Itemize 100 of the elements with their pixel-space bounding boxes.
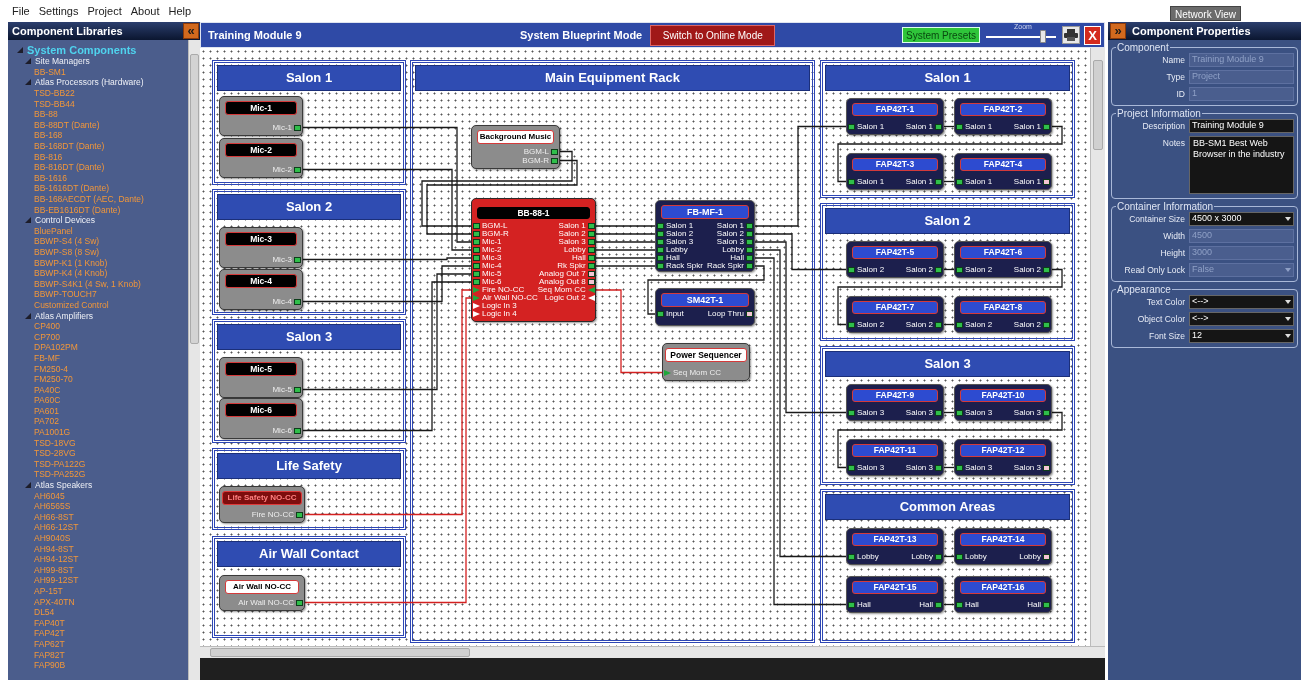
tree-item[interactable]: AP-15T — [34, 586, 63, 596]
tree-item[interactable]: AH9040S — [34, 533, 71, 543]
tree-item[interactable]: TSD-PA122G — [34, 458, 86, 469]
tree-item[interactable]: TSD-PA252G — [34, 469, 86, 480]
tree-item[interactable]: BB-168 — [34, 130, 63, 141]
tree-item[interactable]: BBWP-K4 (4 Knob) — [34, 268, 108, 279]
menu-item[interactable]: Help — [168, 2, 192, 20]
port-label: Lobby — [666, 246, 688, 254]
tree-item[interactable]: AH99-8ST — [34, 564, 74, 575]
tree-item[interactable]: PA702 — [34, 416, 59, 427]
tree-item[interactable]: FAP42T — [34, 628, 65, 639]
tree-item[interactable]: AH66-12ST — [34, 522, 79, 533]
tree-item[interactable]: System Components — [27, 44, 137, 56]
tree-item[interactable]: FM250-70 — [34, 374, 73, 385]
port-label: Logic Out 2 — [544, 294, 586, 302]
presets-button[interactable]: System Presets — [901, 27, 980, 43]
port-label: Salon 2 — [857, 265, 885, 274]
mode-label: System Blueprint Mode — [520, 27, 643, 43]
tree-item[interactable]: TSD-BB44 — [34, 98, 75, 109]
tree-item[interactable]: BB-88DT (Dante) — [34, 119, 100, 130]
tree-item[interactable]: BBWP-S8 (8 Sw) — [34, 247, 100, 257]
tree-item[interactable]: BBWP-TOUCH7 — [34, 289, 97, 300]
tree-item[interactable]: PA601 — [34, 405, 59, 416]
port-label: Analog Out 8 — [539, 278, 586, 286]
tree-item[interactable]: BB-168AECDT (AEC, Dante) — [34, 194, 144, 204]
online-mode-button[interactable]: Switch to Online Mode — [650, 24, 776, 46]
blueprint-title: Training Module 9 — [207, 27, 303, 43]
tree-item[interactable]: FAP40T — [34, 617, 65, 628]
expand-button[interactable]: » — [1110, 23, 1126, 39]
tree-item[interactable]: BB-168DT (Dante) — [34, 141, 105, 152]
tree-item[interactable]: Atlas Amplifiers — [35, 310, 94, 321]
port-label: Salon 1 — [905, 177, 933, 186]
tree-item[interactable]: AH66-8ST — [34, 511, 74, 522]
tree-item[interactable]: AH99-12ST — [34, 575, 79, 586]
tree-item[interactable]: AH94-12ST — [34, 554, 79, 565]
port-label: Salon 1 — [905, 122, 933, 131]
tree-item[interactable]: Atlas Processors (Hardware) — [35, 77, 144, 88]
input-field[interactable]: Training Module 9 — [1189, 119, 1294, 133]
close-button[interactable]: X — [1084, 25, 1101, 45]
dropdown-field[interactable]: 12 — [1189, 329, 1294, 343]
tree-item[interactable]: BB-EB1616DT (Dante) — [34, 204, 121, 215]
network-view-button[interactable]: Network View — [1170, 6, 1241, 21]
tree-item[interactable]: DPA102PM — [34, 342, 78, 353]
tree-item[interactable]: BBWP-S4K1 (4 Sw, 1 Knob) — [34, 278, 141, 289]
tree-item[interactable]: BB-SM1 — [34, 66, 66, 77]
tree-item[interactable]: BB-816 — [34, 151, 63, 162]
menu-item[interactable]: Settings — [38, 2, 79, 20]
tree-item[interactable]: PA60C — [34, 395, 61, 406]
port-label: Salon 1 — [1013, 122, 1041, 131]
tree-item[interactable]: BBWP-K1 (1 Knob) — [34, 257, 108, 268]
tree-item[interactable]: PA40C — [34, 384, 61, 395]
port-label: Hall — [571, 254, 586, 262]
tree-item[interactable]: Customized Control — [34, 299, 109, 310]
tree-item[interactable]: BB-1616 — [34, 172, 68, 183]
tree-item[interactable]: TSD-18VG — [34, 437, 76, 448]
tree-item[interactable]: CP400 — [34, 321, 60, 332]
tree-item[interactable]: AH6565S — [34, 501, 71, 512]
port-label: Salon 1 — [716, 222, 744, 230]
port-label: Mic-4 — [482, 262, 502, 270]
tree-item[interactable]: CP700 — [34, 331, 60, 342]
tree-item[interactable]: Site Managers — [35, 56, 90, 67]
tree-item[interactable]: TSD-28VG — [34, 448, 76, 459]
port-label: Lobby — [965, 552, 987, 561]
notes-field[interactable]: BB-SM1 Best Web Browser in the industry — [1189, 136, 1294, 194]
menu-item[interactable]: Project — [87, 2, 122, 20]
tree-item[interactable]: BB-1616DT (Dante) — [34, 183, 109, 194]
port-label: Salon 3 — [857, 463, 885, 472]
tree-item[interactable]: BB-816DT (Dante) — [34, 162, 105, 173]
port-label: Hall — [919, 600, 933, 609]
port-label: Logic In 3 — [482, 302, 517, 310]
tree-item[interactable]: PA1001G — [34, 427, 71, 438]
tree-item[interactable]: Atlas Speakers — [35, 480, 93, 491]
tree-item[interactable]: FAP90B — [34, 660, 66, 671]
tree-item[interactable]: AH94-8ST — [34, 543, 74, 554]
dropdown-field[interactable]: <--> — [1189, 295, 1294, 309]
tree-item[interactable]: FB-MF — [34, 352, 60, 363]
port-label: Lobby — [911, 552, 933, 561]
tree-item[interactable]: DL54 — [34, 607, 55, 618]
dropdown-field[interactable]: 4500 x 3000 — [1189, 212, 1294, 226]
tree-item[interactable]: BBWP-S4 (4 Sw) — [34, 236, 100, 247]
port-label: Salon 2 — [1013, 320, 1041, 329]
tree-item[interactable]: BluePanel — [34, 225, 73, 236]
menu-item[interactable]: About — [130, 2, 160, 20]
device-label: Air Wall NO-CC — [225, 580, 299, 594]
tree-item[interactable]: Control Devices — [35, 215, 95, 226]
tree-item[interactable]: FAP62T — [34, 638, 65, 649]
port-label: Salon 3 — [558, 238, 586, 246]
tree-item[interactable]: APX-40TN — [34, 596, 75, 607]
tree-item[interactable]: TSD-BB22 — [34, 88, 75, 99]
tree-item[interactable]: AH6045 — [34, 490, 65, 501]
tree-item[interactable]: BB-88 — [34, 109, 58, 120]
tree-item[interactable]: FM250-4 — [34, 363, 68, 374]
dropdown-field[interactable]: <--> — [1189, 312, 1294, 326]
collapse-button[interactable]: « — [183, 23, 199, 39]
port-label: Air Wall NO-CC — [238, 598, 294, 607]
port-label: Analog Out 7 — [539, 270, 586, 278]
port-label: Hall — [666, 254, 680, 262]
tree-item[interactable]: FAP82T — [34, 649, 65, 660]
port-label: BGM-R — [522, 156, 549, 165]
menu-item[interactable]: File — [12, 2, 30, 20]
